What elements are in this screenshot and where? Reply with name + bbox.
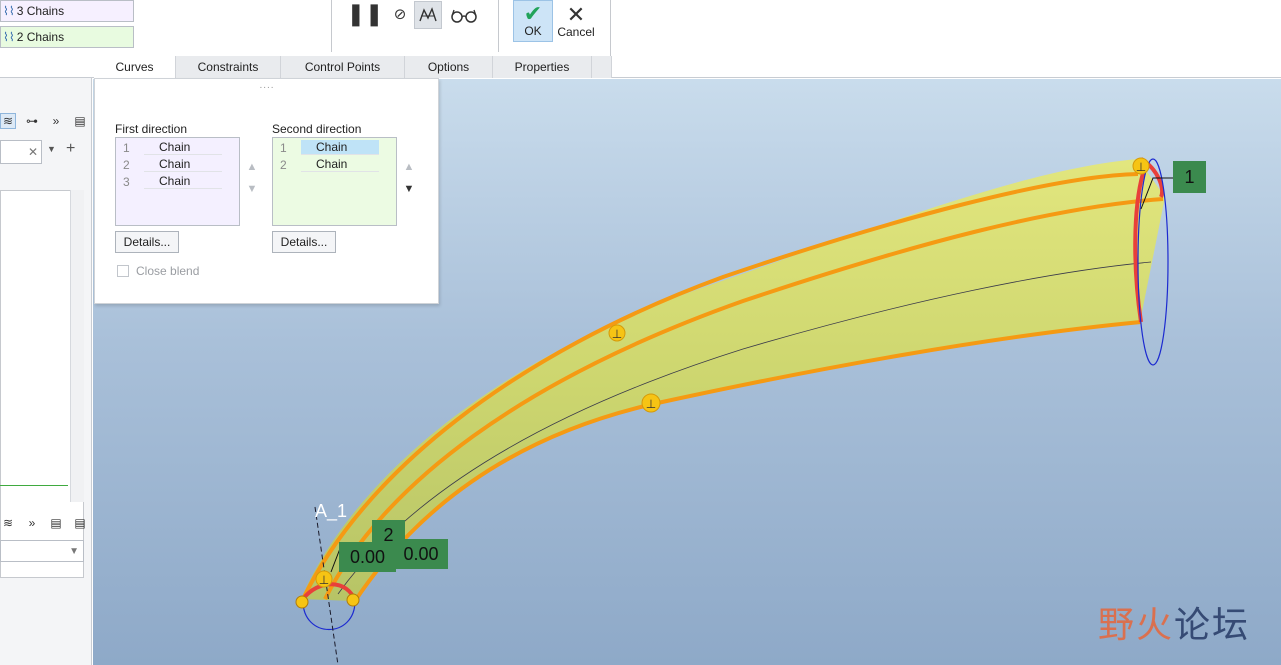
second-list-reorder: ▲ ▼ (402, 161, 416, 195)
list-item[interactable]: 2 Chain (116, 156, 241, 173)
move-down-icon[interactable]: ▼ (247, 183, 258, 195)
svg-text:⊥: ⊥ (1136, 160, 1146, 174)
watermark-logo: 野火论坛 (1098, 596, 1250, 648)
ok-label: OK (524, 24, 542, 38)
settings-icon[interactable]: ▤ (72, 515, 88, 531)
glasses-glyph (451, 9, 477, 23)
first-collector-label: 3 Chains (16, 4, 65, 18)
axis-label: A_1 (315, 501, 347, 522)
first-direction-list[interactable]: 1 Chain 2 Chain 3 Chain (115, 137, 240, 226)
chain-icon: ⌇⌇ (3, 4, 15, 18)
chevron-down-icon[interactable]: ▼ (47, 144, 56, 154)
close-blend-label: Close blend (136, 264, 200, 278)
glasses-icon[interactable] (449, 4, 479, 26)
svg-text:⊥: ⊥ (612, 327, 622, 341)
checkmark-icon: ✔ (523, 1, 543, 26)
first-details-button[interactable]: Details... (115, 231, 179, 253)
section-tag-1[interactable]: 1 (1173, 161, 1206, 193)
tab-spacer (592, 56, 612, 78)
layer-icon[interactable]: ≋ (0, 113, 16, 129)
tab-constraints[interactable]: Constraints (176, 56, 281, 78)
dimension-value-b[interactable]: 0.00 (394, 539, 448, 569)
list-item[interactable]: 3 Chain (116, 173, 241, 190)
curves-panel: .... First direction Second direction 1 … (94, 78, 439, 304)
ok-button[interactable]: ✔ OK (513, 0, 553, 42)
close-icon: ✕ (566, 2, 586, 27)
separator (331, 0, 332, 52)
second-direction-label: Second direction (272, 122, 362, 136)
tree-filter-icon[interactable]: ⊶ (24, 113, 40, 129)
panel-grip[interactable]: .... (255, 80, 279, 91)
pause-icon[interactable]: ❚❚ (347, 1, 384, 26)
add-icon[interactable]: + (66, 140, 75, 158)
dimension-value-a[interactable]: 0.00 (339, 542, 396, 572)
clear-icon[interactable]: ✕ (28, 145, 38, 159)
separator (498, 0, 499, 52)
layer-icon[interactable]: ≋ (0, 515, 16, 531)
chevron-down-icon: ▼ (69, 545, 79, 557)
tab-control-points[interactable]: Control Points (281, 56, 405, 78)
settings-icon[interactable]: ▤ (72, 113, 88, 129)
move-up-icon[interactable]: ▲ (404, 161, 415, 173)
tab-properties[interactable]: Properties (493, 56, 592, 78)
layers-settings-icon[interactable]: ▤ (48, 515, 64, 531)
second-direction-list[interactable]: 1 Chain 2 Chain (272, 137, 397, 226)
row-name: Chain (144, 174, 222, 189)
tab-options[interactable]: Options (405, 56, 493, 78)
more-icon[interactable]: » (24, 515, 40, 531)
row-name: Chain (144, 157, 222, 172)
cancel-button[interactable]: ✕ Cancel (556, 0, 596, 42)
verify-mode-glyph (419, 7, 437, 22)
layer-tree-toolbar: ≋ » ▤ ▤ (0, 510, 92, 536)
close-blend-checkbox[interactable] (117, 265, 129, 277)
second-details-button[interactable]: Details... (272, 231, 336, 253)
close-blend-option[interactable]: Close blend (117, 264, 199, 278)
tree-insert-marker (0, 485, 68, 486)
list-item[interactable]: 2 Chain (273, 156, 398, 173)
move-up-icon[interactable]: ▲ (247, 161, 258, 173)
first-direction-collector[interactable]: ⌇⌇ 3 Chains (0, 0, 134, 22)
svg-text:⊥: ⊥ (319, 573, 329, 587)
row-name: Chain (144, 140, 222, 155)
stop-icon[interactable]: ⊘ (391, 5, 409, 23)
row-number: 2 (123, 157, 130, 172)
row-number: 3 (123, 174, 130, 189)
watermark-text-a: 野火 (1098, 605, 1175, 646)
row-number: 2 (280, 157, 287, 172)
svg-text:⊥: ⊥ (646, 397, 656, 411)
first-list-reorder: ▲ ▼ (245, 161, 259, 195)
model-tree-scrollbar[interactable] (70, 190, 84, 502)
second-direction-collector[interactable]: ⌇⌇ 2 Chains (0, 26, 134, 48)
row-name: Chain (301, 140, 379, 155)
row-number: 1 (280, 140, 287, 155)
model-tree-panel: ≋ ⊶ » ▤ ✕ ▼ + ≋ » ▤ ▤ ▼ (0, 78, 92, 665)
layer-combo[interactable]: ▼ (0, 540, 84, 562)
list-item[interactable]: 1 Chain (273, 139, 398, 156)
watermark-text-b: 论坛 (1174, 605, 1251, 646)
list-item[interactable]: 1 Chain (116, 139, 241, 156)
dashboard-tabs: Curves Constraints Control Points Option… (94, 56, 612, 78)
verify-mode-icon[interactable] (414, 1, 442, 29)
chain-icon: ⌇⌇ (3, 30, 15, 44)
row-name: Chain (301, 157, 379, 172)
model-tree-search[interactable]: ✕ (0, 140, 42, 164)
cancel-label: Cancel (557, 25, 595, 39)
tab-curves[interactable]: Curves (94, 56, 176, 78)
row-number: 1 (123, 140, 130, 155)
model-tree-toolbar: ≋ ⊶ » ▤ (0, 108, 92, 134)
dashboard: ⌇⌇ 3 Chains ⌇⌇ 2 Chains ❚❚ ⊘ ✔ OK ✕ Canc… (0, 0, 1281, 78)
second-collector-label: 2 Chains (16, 30, 65, 44)
first-direction-label: First direction (115, 122, 188, 136)
more-icon[interactable]: » (48, 113, 64, 129)
move-down-icon[interactable]: ▼ (404, 183, 415, 195)
